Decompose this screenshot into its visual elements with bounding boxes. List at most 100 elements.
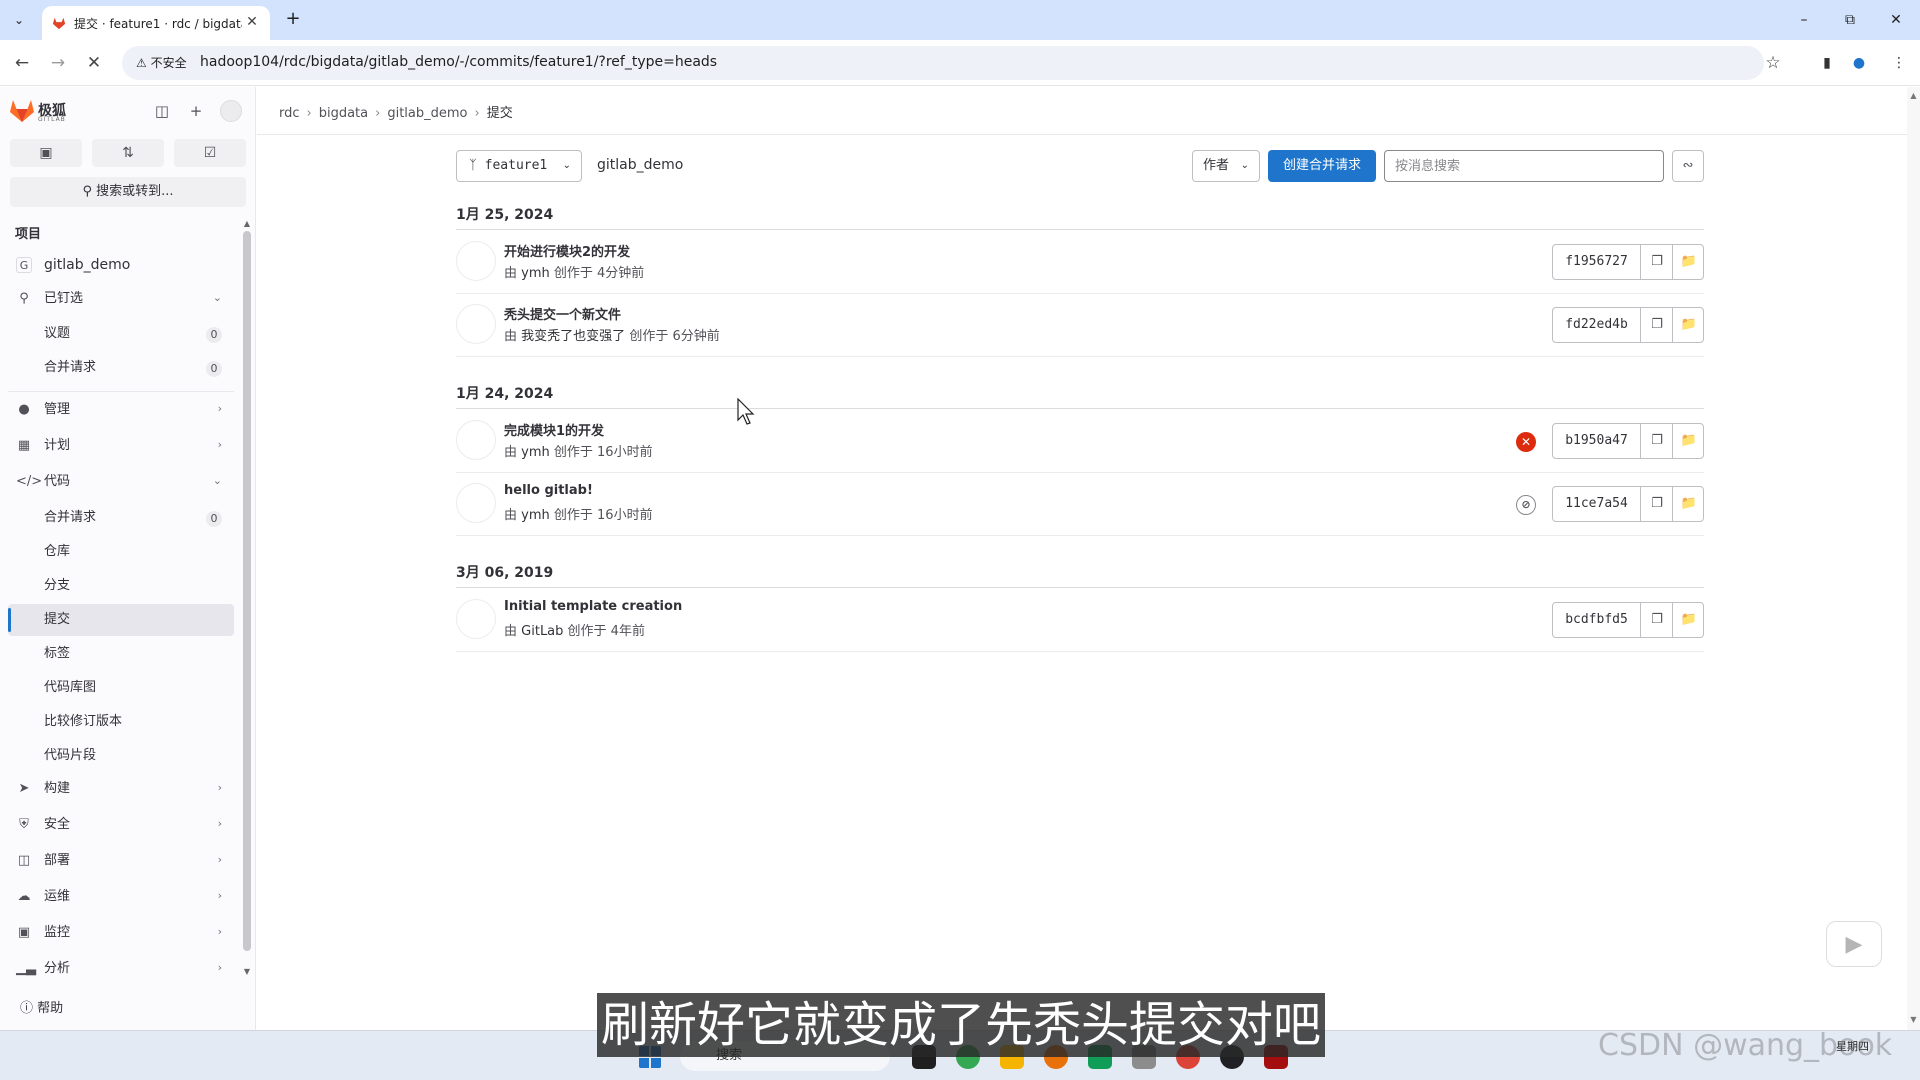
breadcrumb-commits[interactable]: 提交 — [487, 102, 513, 121]
breadcrumb-bigdata[interactable]: bigdata — [319, 106, 368, 121]
rss-feed-icon[interactable]: ∾ — [1672, 150, 1704, 182]
search-icon: ⚲ — [82, 184, 92, 199]
commit-sha-button[interactable]: f1956727 — [1553, 245, 1641, 279]
commit-sha-button[interactable]: bcdfbfd5 — [1553, 603, 1641, 637]
copy-sha-icon[interactable]: ❐ — [1642, 603, 1673, 637]
browser-menu-icon[interactable]: ⋮ — [1888, 52, 1910, 74]
forward-icon[interactable]: → — [47, 52, 69, 74]
commit-title[interactable]: 开始进行模块2的开发 — [504, 241, 630, 260]
breadcrumb-rdc[interactable]: rdc — [279, 106, 300, 121]
bookmark-star-icon[interactable]: ☆ — [1762, 52, 1784, 74]
copy-sha-icon[interactable]: ❐ — [1642, 308, 1673, 342]
browser-tab-active[interactable]: 提交 · feature1 · rdc / bigdata ✕ — [42, 6, 270, 40]
sidebar-item-plan[interactable]: ▦ 计划 › — [8, 430, 234, 462]
sidebar-item-secure[interactable]: ⛨ 安全 › — [8, 809, 234, 841]
new-tab-button[interactable]: + — [282, 9, 304, 31]
commit-author[interactable]: ymh — [521, 266, 550, 281]
commit-sha-button[interactable]: fd22ed4b — [1553, 308, 1641, 342]
author-filter-dropdown[interactable]: 作者 ⌄ — [1192, 150, 1260, 182]
todo-shortcut-icon[interactable]: ☑ — [174, 139, 246, 167]
commit-author[interactable]: ymh — [521, 445, 550, 460]
pipeline-failed-icon[interactable]: ✕ — [1516, 432, 1536, 452]
commit-title[interactable]: hello gitlab! — [504, 483, 593, 498]
project-sidebar: 极狐 GITLAB ◫ + ▣ ⇅ ☑ ⚲ 搜索或转到... 项目 G gitl… — [0, 87, 256, 1030]
address-bar[interactable]: ⚠ 不安全 hadoop104/rdc/bigdata/gitlab_demo/… — [122, 46, 1764, 80]
commit-author[interactable]: GitLab — [521, 624, 563, 639]
sidebar-item-compare-revisions[interactable]: 比较修订版本 — [8, 706, 234, 738]
pipeline-skipped-icon[interactable]: ⊘ — [1516, 495, 1536, 515]
back-icon[interactable]: ← — [11, 52, 33, 74]
video-play-icon[interactable]: ▶ — [1826, 921, 1882, 967]
search-label: 搜索或转到... — [96, 184, 174, 199]
sidebar-item-build[interactable]: ➤ 构建 › — [8, 773, 234, 805]
sidebar-item-commits[interactable]: 提交 — [8, 604, 234, 636]
merge-requests-shortcut-icon[interactable]: ⇅ — [92, 139, 164, 167]
search-go-to-button[interactable]: ⚲ 搜索或转到... — [10, 177, 246, 207]
copy-sha-icon[interactable]: ❐ — [1642, 424, 1673, 458]
sidebar-item-monitor[interactable]: ▣ 监控 › — [8, 917, 234, 949]
tab-list-chevron-icon[interactable]: ⌄ — [8, 9, 30, 31]
stop-loading-icon[interactable]: ✕ — [83, 52, 105, 74]
sidebar-item-snippets[interactable]: 代码片段 — [8, 740, 234, 772]
commit-sha-button[interactable]: b1950a47 — [1553, 424, 1641, 458]
sidebar-item-label: 标签 — [44, 646, 71, 661]
help-link[interactable]: ⓘ 帮助 — [20, 997, 63, 1016]
scroll-up-arrow-icon[interactable]: ▲ — [242, 219, 252, 228]
sidebar-scroll-thumb[interactable] — [243, 231, 251, 951]
browse-files-folder-icon[interactable]: 📁 — [1674, 603, 1704, 637]
side-panel-icon[interactable]: ▮ — [1816, 52, 1838, 74]
sidebar-item-manage[interactable]: ● 管理 › — [8, 394, 234, 426]
commit-author[interactable]: ymh — [521, 508, 550, 523]
restore-icon[interactable]: ⧉ — [1838, 8, 1862, 32]
author-avatar[interactable] — [456, 599, 496, 639]
breadcrumb-project[interactable]: gitlab_demo — [387, 106, 467, 121]
sidebar-item-analyze[interactable]: ▁▃ 分析 › — [8, 953, 234, 985]
create-new-icon[interactable]: + — [184, 99, 208, 123]
branch-selector[interactable]: ᛉ feature1 ⌄ — [456, 150, 582, 182]
user-avatar[interactable] — [220, 100, 242, 122]
sidebar-item-pinned-merge-requests[interactable]: 合并请求 0 — [8, 352, 234, 384]
sidebar-item-tags[interactable]: 标签 — [8, 638, 234, 670]
create-merge-request-button[interactable]: 创建合并请求 — [1268, 150, 1376, 182]
sidebar-project-link[interactable]: G gitlab_demo — [8, 249, 234, 281]
url-text[interactable]: hadoop104/rdc/bigdata/gitlab_demo/-/comm… — [200, 54, 717, 70]
author-avatar[interactable] — [456, 304, 496, 344]
commit-title[interactable]: 秃头提交一个新文件 — [504, 304, 621, 323]
sidebar-item-code-merge-requests[interactable]: 合并请求 0 — [8, 502, 234, 534]
sidebar-item-pinned[interactable]: ⚲ 已钉选 ⌄ — [8, 283, 234, 315]
collapse-sidebar-icon[interactable]: ◫ — [150, 99, 174, 123]
page-scrollbar[interactable]: ▲ ▼ — [1907, 87, 1920, 1030]
browse-files-folder-icon[interactable]: 📁 — [1674, 487, 1704, 521]
window-close-icon[interactable]: ✕ — [1884, 8, 1908, 32]
author-avatar[interactable] — [456, 483, 496, 523]
browse-files-folder-icon[interactable]: 📁 — [1674, 245, 1704, 279]
issues-shortcut-icon[interactable]: ▣ — [10, 139, 82, 167]
browse-files-folder-icon[interactable]: 📁 — [1674, 308, 1704, 342]
scroll-down-arrow-icon[interactable]: ▼ — [242, 967, 252, 976]
sidebar-item-code[interactable]: </> 代码 ⌄ — [8, 466, 234, 498]
sidebar-scrollbar[interactable]: ▲ ▼ — [242, 219, 252, 979]
scroll-down-arrow-icon[interactable]: ▼ — [1907, 1015, 1920, 1024]
sidebar-item-repository-graph[interactable]: 代码库图 — [8, 672, 234, 704]
copy-sha-icon[interactable]: ❐ — [1642, 487, 1673, 521]
tab-close-icon[interactable]: ✕ — [242, 12, 262, 32]
sidebar-item-branches[interactable]: 分支 — [8, 570, 234, 602]
sidebar-item-operate[interactable]: ☁ 运维 › — [8, 881, 234, 913]
profile-icon[interactable]: ● — [1848, 52, 1870, 74]
commit-title[interactable]: 完成模块1的开发 — [504, 420, 604, 439]
scroll-up-arrow-icon[interactable]: ▲ — [1907, 91, 1920, 100]
author-avatar[interactable] — [456, 241, 496, 281]
sidebar-item-pinned-issues[interactable]: 议题 0 — [8, 318, 234, 350]
author-avatar[interactable] — [456, 420, 496, 460]
mouse-cursor-icon — [737, 398, 755, 425]
sidebar-item-deploy[interactable]: ◫ 部署 › — [8, 845, 234, 877]
sidebar-item-repository[interactable]: 仓库 — [8, 536, 234, 568]
commit-author[interactable]: 我变秃了也变强了 — [521, 329, 625, 344]
browse-files-folder-icon[interactable]: 📁 — [1674, 424, 1704, 458]
commit-sha-button[interactable]: 11ce7a54 — [1553, 487, 1641, 521]
search-by-message-input[interactable] — [1384, 150, 1664, 182]
insecure-badge[interactable]: ⚠ 不安全 — [130, 53, 193, 73]
commit-title[interactable]: Initial template creation — [504, 599, 682, 614]
minimize-icon[interactable]: – — [1792, 8, 1816, 32]
copy-sha-icon[interactable]: ❐ — [1642, 245, 1673, 279]
